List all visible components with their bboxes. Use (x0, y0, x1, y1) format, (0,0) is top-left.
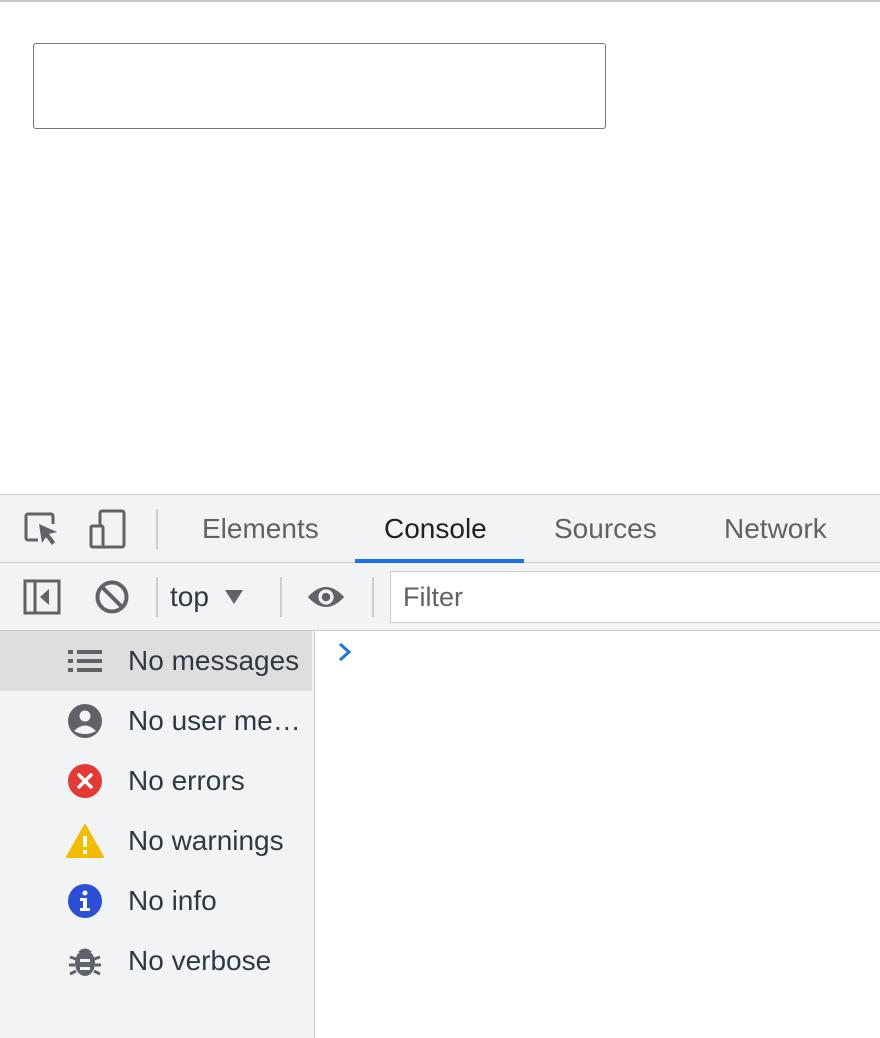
filter-input[interactable] (390, 571, 880, 623)
toolbar-divider (156, 577, 158, 617)
console-toolbar: top (0, 563, 880, 631)
warning-icon (65, 823, 105, 859)
sidebar-item-label: No user me… (128, 705, 301, 736)
toolbar-divider (372, 577, 374, 617)
sidebar-item-messages[interactable]: No messages (0, 631, 312, 691)
user-icon (65, 703, 105, 739)
sidebar-item-verbose[interactable]: No verbose (0, 931, 313, 991)
device-toolbar-icon[interactable] (88, 509, 128, 549)
devtools-panel: Elements Console Sources Network top Fil… (0, 494, 880, 1038)
devtools-tabbar: Elements Console Sources Network (0, 495, 880, 563)
sidebar-item-label: No errors (128, 765, 245, 796)
sidebar-item-label: No messages (128, 645, 300, 676)
chevron-down-icon (224, 590, 243, 604)
error-icon (65, 763, 105, 799)
inspect-element-icon[interactable] (22, 509, 62, 549)
tab-elements[interactable]: Elements (202, 495, 319, 563)
eye-icon[interactable] (306, 577, 346, 617)
console-output[interactable] (316, 631, 880, 1038)
list-icon (65, 643, 105, 679)
sidebar-item-label: No warnings (128, 825, 284, 856)
sidebar-item-label: No info (128, 885, 217, 916)
show-sidebar-icon[interactable] (22, 577, 62, 617)
page-viewport (0, 0, 880, 494)
sidebar-item-warnings[interactable]: No warnings (0, 811, 313, 871)
tab-network[interactable]: Network (724, 495, 827, 563)
tab-sources[interactable]: Sources (554, 495, 657, 563)
toolbar-divider (280, 577, 282, 617)
console-sidebar: No messages No user me… No errors No war… (0, 631, 315, 1038)
clear-console-icon[interactable] (92, 577, 132, 617)
page-text-input[interactable] (33, 43, 606, 129)
bug-icon (65, 943, 105, 979)
context-label: top (170, 581, 209, 612)
sidebar-item-user-messages[interactable]: No user me… (0, 691, 313, 751)
context-selector[interactable]: top (170, 577, 243, 617)
sidebar-item-errors[interactable]: No errors (0, 751, 313, 811)
info-icon (65, 883, 105, 919)
console-prompt-chevron-icon (336, 641, 354, 668)
toolbar-divider (156, 509, 158, 549)
sidebar-item-label: No verbose (128, 945, 272, 976)
sidebar-item-info[interactable]: No info (0, 871, 313, 931)
tab-console[interactable]: Console (384, 495, 487, 563)
